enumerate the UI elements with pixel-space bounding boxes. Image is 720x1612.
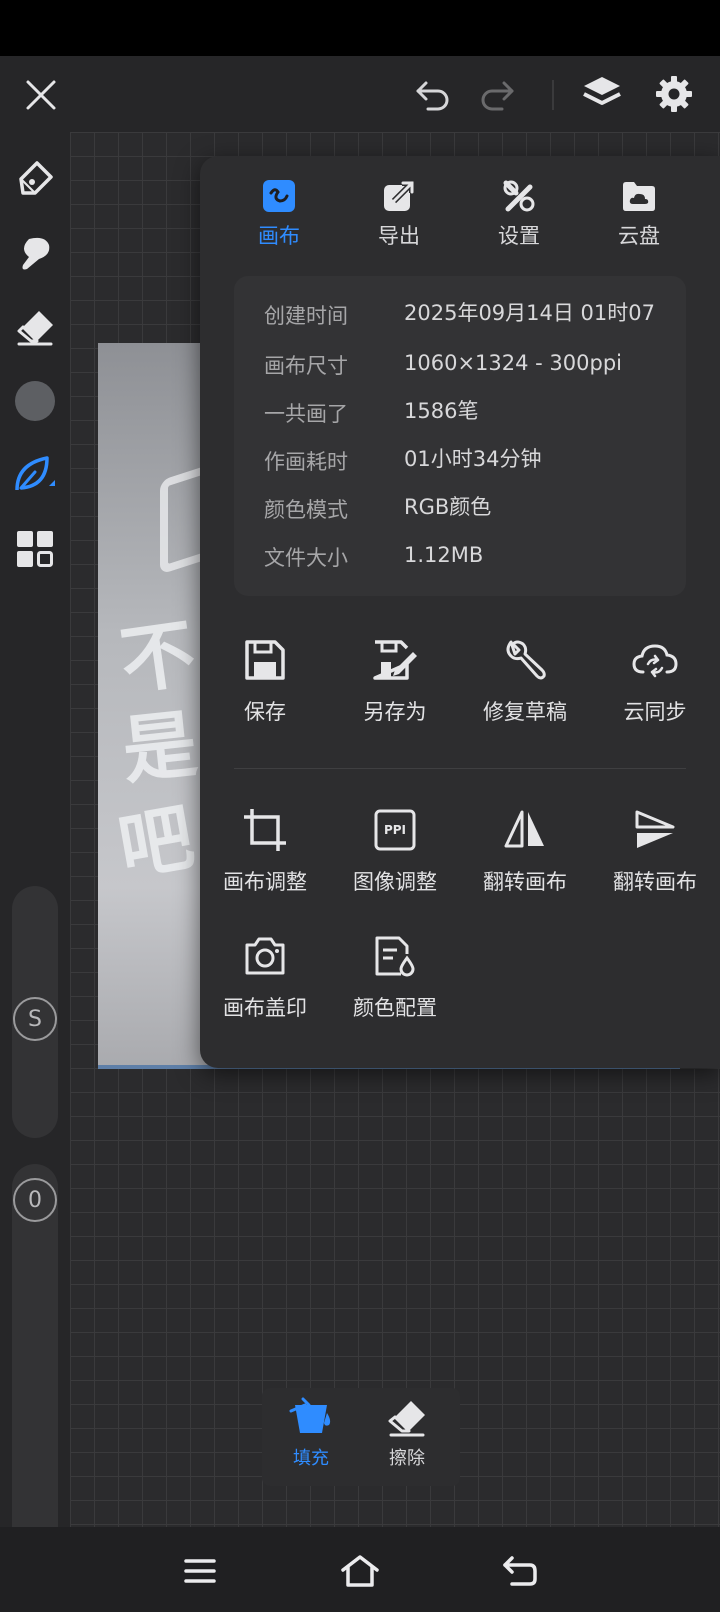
camera-icon bbox=[241, 932, 289, 980]
grid-icon[interactable] bbox=[12, 526, 58, 572]
opacity-slider[interactable] bbox=[12, 1164, 58, 1564]
cloud-sync-button[interactable]: 云同步 bbox=[590, 636, 720, 726]
info-value: 01小时34分钟 bbox=[404, 447, 542, 471]
color-profile-icon bbox=[371, 932, 419, 980]
action-label: 保存 bbox=[244, 700, 286, 724]
menu-icon[interactable] bbox=[176, 1547, 224, 1595]
tab-canvas[interactable]: 画布 bbox=[224, 178, 334, 258]
canvas-stamp-button[interactable]: 画布盖印 bbox=[200, 932, 330, 1022]
status-bar bbox=[0, 0, 720, 56]
info-label: 画布尺寸 bbox=[264, 354, 348, 378]
home-icon[interactable] bbox=[336, 1547, 384, 1595]
wrench-icon bbox=[501, 636, 549, 684]
eraser-icon[interactable] bbox=[12, 304, 58, 350]
canvas-info: 创建时间 2025年09月14日 01时07分 画布尺寸 1060×1324 -… bbox=[234, 276, 686, 596]
gear-icon[interactable] bbox=[650, 70, 698, 118]
action-label: 修复草稿 bbox=[483, 700, 567, 724]
adjust-label: 图像调整 bbox=[353, 870, 437, 894]
save-button[interactable]: 保存 bbox=[200, 636, 330, 726]
color-swatch[interactable] bbox=[12, 378, 58, 424]
divider bbox=[234, 768, 686, 769]
flip-horizontal-button[interactable]: 翻转画布 bbox=[460, 806, 590, 896]
cloud-sync-icon bbox=[631, 636, 679, 684]
system-nav-bar bbox=[0, 1527, 720, 1612]
left-toolbar: S 0 bbox=[0, 132, 70, 1564]
action-label: 云同步 bbox=[623, 700, 687, 724]
canvas-menu-panel: 画布 导出 设置 云盘 创建时间 2025年09月14日 01时07分 画布 bbox=[200, 156, 720, 1068]
tab-export[interactable]: 导出 bbox=[344, 178, 454, 258]
brush-size-knob[interactable]: S bbox=[13, 997, 57, 1041]
artwork-char: 吧 bbox=[112, 794, 201, 892]
tab-label: 设置 bbox=[498, 224, 540, 248]
flip-vertical-button[interactable]: 翻转画布 bbox=[590, 806, 720, 896]
info-label: 颜色模式 bbox=[264, 498, 348, 522]
tab-cloud[interactable]: 云盘 bbox=[584, 178, 694, 258]
canvas-adjust-button[interactable]: 画布调整 bbox=[200, 806, 330, 896]
info-label: 创建时间 bbox=[264, 304, 348, 328]
fill-button[interactable]: 填充 bbox=[266, 1394, 356, 1470]
export-icon bbox=[379, 178, 419, 214]
color-profile-button[interactable]: 颜色配置 bbox=[330, 932, 460, 1022]
info-label: 作画耗时 bbox=[264, 450, 348, 474]
adjust-label: 画布盖印 bbox=[223, 996, 307, 1020]
image-adjust-button[interactable]: PPI 图像调整 bbox=[330, 806, 460, 896]
info-label: 文件大小 bbox=[264, 546, 348, 570]
tool-label: 擦除 bbox=[389, 1448, 425, 1469]
save-as-button[interactable]: 另存为 bbox=[330, 636, 460, 726]
eraser-icon bbox=[383, 1394, 431, 1442]
undo-icon[interactable] bbox=[410, 72, 456, 118]
adjust-label: 画布调整 bbox=[223, 870, 307, 894]
erase-button[interactable]: 擦除 bbox=[362, 1394, 452, 1470]
info-value: 1.12MB bbox=[404, 543, 484, 567]
repair-draft-button[interactable]: 修复草稿 bbox=[460, 636, 590, 726]
toolbar-divider bbox=[552, 80, 554, 110]
tab-label: 导出 bbox=[378, 224, 420, 248]
leaf-brush-icon[interactable] bbox=[12, 452, 58, 498]
info-value: RGB颜色 bbox=[404, 495, 492, 519]
adjust-label: 翻转画布 bbox=[483, 870, 567, 894]
canvas-icon bbox=[259, 178, 299, 214]
info-value: 1060×1324 - 300ppi bbox=[404, 351, 622, 375]
ppi-badge: PPI bbox=[383, 823, 407, 837]
adjust-label: 颜色配置 bbox=[353, 996, 437, 1020]
close-icon[interactable] bbox=[18, 72, 64, 118]
redo-icon[interactable] bbox=[474, 72, 520, 118]
save-as-icon bbox=[371, 636, 419, 684]
pen-icon[interactable] bbox=[12, 156, 58, 202]
smudge-icon[interactable] bbox=[12, 230, 58, 276]
tool-label: 填充 bbox=[293, 1448, 329, 1469]
info-value: 2025年09月14日 01时07分 bbox=[404, 301, 656, 328]
layers-icon[interactable] bbox=[578, 70, 626, 118]
opacity-knob[interactable]: 0 bbox=[13, 1178, 57, 1222]
tab-label: 云盘 bbox=[618, 224, 660, 248]
flip-vertical-icon bbox=[631, 806, 679, 854]
info-value: 1586笔 bbox=[404, 399, 479, 423]
panel-tabs: 画布 导出 设置 云盘 bbox=[200, 156, 720, 266]
action-label: 另存为 bbox=[363, 700, 427, 724]
fill-bucket-icon bbox=[287, 1394, 335, 1442]
flip-horizontal-icon bbox=[501, 806, 549, 854]
save-icon bbox=[241, 636, 289, 684]
ppi-icon: PPI bbox=[371, 806, 419, 854]
info-label: 一共画了 bbox=[264, 402, 348, 426]
tools-icon bbox=[499, 178, 539, 214]
tab-label: 画布 bbox=[258, 224, 300, 248]
adjust-label: 翻转画布 bbox=[613, 870, 697, 894]
cloud-folder-icon bbox=[619, 178, 659, 214]
top-toolbar bbox=[0, 56, 720, 132]
crop-icon bbox=[241, 806, 289, 854]
tab-settings[interactable]: 设置 bbox=[464, 178, 574, 258]
fill-tool-options: 填充 擦除 bbox=[262, 1388, 460, 1486]
back-icon[interactable] bbox=[496, 1547, 544, 1595]
